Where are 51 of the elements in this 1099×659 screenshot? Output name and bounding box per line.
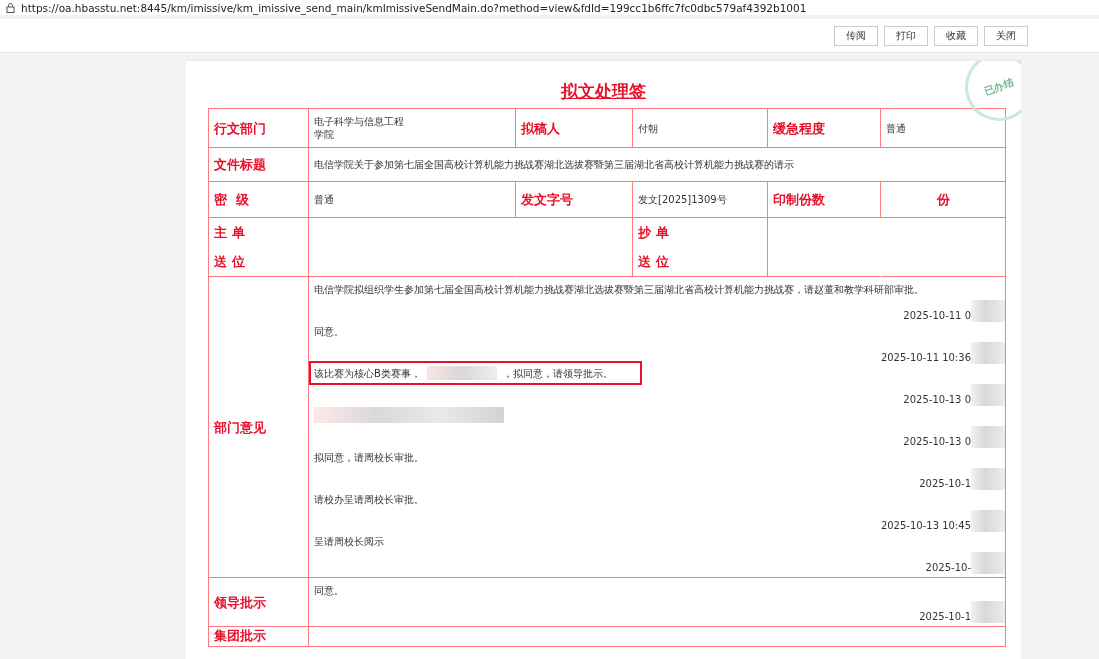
field-label: 抄 单 [638,226,669,239]
field-value: 电子科学与信息工程学院 [314,115,405,141]
opinion-text: 拟同意，请周校长审批。 [314,450,424,464]
lock-icon [6,2,15,13]
toolbar-button[interactable]: 关闭 [984,25,1028,46]
field-label: 行文部门 [214,121,266,135]
field-value: 普通 [314,193,334,206]
opinion-text: 同意。 [314,324,344,338]
redaction-mark [971,601,1005,623]
field-label: 送 位 [214,255,245,268]
section-label: 部门意见 [214,420,266,434]
redaction-mark [971,342,1005,364]
field-value: 发文[2025]1309号 [638,193,727,206]
timestamp: 2025-10-11 0 [903,309,971,322]
field-label: 发文字号 [521,193,573,206]
field-value: 电信学院关于参加第七届全国高校计算机能力挑战赛湖北选拔赛暨第三届湖北省高校计算机能力挑战赛的请示 [314,158,794,171]
timestamp: 2025-10-1 [919,477,971,490]
field-label: 份 [936,193,950,206]
field-value: 付朝 [638,121,658,135]
toolbar-button[interactable]: 打印 [884,25,928,46]
section-label: 领导批示 [214,595,266,609]
opinion-text: ，拟同意，请领导批示。 [502,366,613,380]
redaction-mark [971,468,1005,490]
form-title: 拟文处理签 [561,81,646,101]
field-label: 缓急程度 [773,121,825,135]
redaction-mark [971,300,1005,322]
redaction-mark [971,384,1005,406]
timestamp: 2025-10-13 0 [903,393,971,406]
field-label: 印制份数 [773,193,825,206]
field-value: 普通 [886,121,906,135]
toolbar-button[interactable]: 收藏 [934,25,978,46]
opinion-text: 该比赛为核心B类赛事， [314,366,421,380]
field-label: 文件标题 [214,158,266,171]
field-label: 密 级 [214,193,250,206]
opinion-text: 电信学院拟组织学生参加第七届全国高校计算机能力挑战赛湖北选拔赛暨第三届湖北省高校计算机能力挑战赛，请赵董和教学科研部审批。 [314,282,924,296]
redaction-mark [971,426,1005,448]
field-label: 主 单 [214,226,245,239]
opinion-text: 同意。 [314,583,344,597]
timestamp: 2025-10-13 0 [903,435,971,448]
redaction-mark [971,552,1005,574]
timestamp: 2025-10- [925,561,971,574]
toolbar-button[interactable]: 传阅 [834,25,878,46]
field-label: 拟稿人 [521,121,560,135]
timestamp: 2025-10-11 10:36 [880,351,971,364]
redaction-mark [971,510,1005,532]
timestamp: 2025-10-13 10:45 [880,519,971,532]
opinion-text: 请校办呈请周校长审批。 [314,492,424,506]
field-label: 送 位 [638,255,669,268]
opinion-text: 呈请周校长阅示 [314,534,384,548]
timestamp: 2025-10-1 [919,610,971,623]
section-label: 集团批示 [214,629,266,642]
